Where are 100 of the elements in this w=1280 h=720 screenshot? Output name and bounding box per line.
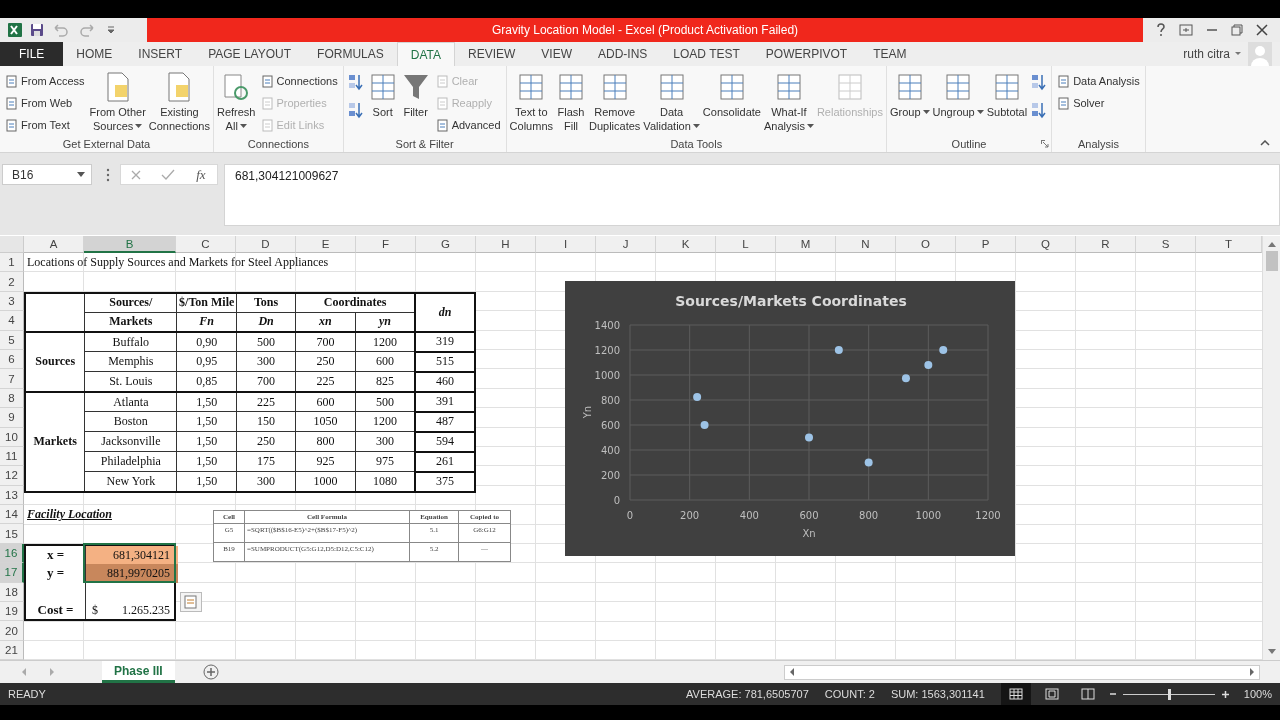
ribbon-tab[interactable]: ADD-INS bbox=[585, 42, 661, 66]
ribbon-button[interactable]: Existing Connections bbox=[147, 69, 211, 135]
sort-icon[interactable] bbox=[347, 101, 364, 119]
ribbon-tab[interactable]: LOAD TEST bbox=[660, 42, 753, 66]
ribbon-button[interactable]: Text to Columns bbox=[508, 69, 554, 135]
scroll-up-icon[interactable] bbox=[1266, 240, 1277, 248]
column-header[interactable]: G bbox=[416, 236, 476, 253]
sort-icon[interactable] bbox=[1031, 73, 1048, 91]
horizontal-scrollbar[interactable] bbox=[784, 664, 1260, 680]
ribbon-button[interactable]: From Access bbox=[2, 71, 88, 91]
ribbon-button[interactable]: What-If Analysis bbox=[762, 69, 815, 135]
insert-function-button[interactable]: fx bbox=[194, 166, 208, 183]
column-header[interactable]: D bbox=[236, 236, 296, 253]
ribbon-tab[interactable]: FORMULAS bbox=[304, 42, 397, 66]
customize-caret-icon[interactable] bbox=[107, 25, 115, 35]
restore-icon[interactable] bbox=[1230, 24, 1243, 36]
column-header[interactable]: N bbox=[836, 236, 896, 253]
ribbon-tab[interactable]: VIEW bbox=[528, 42, 585, 66]
ribbon-button[interactable]: Consolidate bbox=[701, 69, 762, 121]
ribbon-button[interactable]: Sort bbox=[366, 69, 399, 121]
column-header[interactable]: J bbox=[596, 236, 656, 253]
dialog-launcher-icon[interactable] bbox=[1041, 140, 1050, 148]
row-header[interactable]: 10 bbox=[0, 427, 24, 447]
normal-view-icon[interactable] bbox=[1000, 683, 1031, 706]
ribbon-button[interactable]: Refresh All bbox=[215, 69, 257, 135]
row-header[interactable]: 18 bbox=[0, 582, 24, 603]
row-header[interactable]: 8 bbox=[0, 388, 24, 409]
vertical-scrollbar[interactable] bbox=[1262, 236, 1280, 661]
name-box[interactable]: B16 bbox=[2, 164, 92, 185]
zoom-slider-thumb[interactable] bbox=[1167, 688, 1171, 700]
user-name[interactable]: ruth citra bbox=[1183, 47, 1230, 61]
row-header[interactable]: 17 bbox=[0, 563, 24, 583]
row-header[interactable]: 2 bbox=[0, 272, 24, 292]
row-header[interactable]: 20 bbox=[0, 621, 24, 641]
ribbon-tab[interactable]: REVIEW bbox=[455, 42, 529, 66]
add-sheet-icon[interactable] bbox=[202, 664, 219, 681]
row-header[interactable]: 9 bbox=[0, 408, 24, 428]
column-header[interactable]: H bbox=[476, 236, 536, 253]
enter-icon[interactable] bbox=[161, 168, 176, 181]
column-header[interactable]: L bbox=[716, 236, 776, 253]
ribbon-button[interactable]: Group bbox=[888, 69, 931, 121]
row-header[interactable]: 4 bbox=[0, 311, 24, 331]
row-header[interactable]: 6 bbox=[0, 349, 24, 370]
zoom-in-icon[interactable] bbox=[1220, 689, 1230, 699]
ribbon-button[interactable]: Connections bbox=[257, 71, 341, 91]
ribbon-button[interactable]: Filter bbox=[399, 69, 432, 121]
ribbon-tab[interactable]: INSERT bbox=[125, 42, 196, 66]
sort-icon[interactable] bbox=[347, 73, 364, 91]
worksheet-grid[interactable] bbox=[0, 236, 1262, 661]
column-header[interactable]: I bbox=[536, 236, 596, 253]
row-header[interactable]: 11 bbox=[0, 446, 24, 467]
row-header[interactable]: 15 bbox=[0, 524, 24, 544]
column-header[interactable]: M bbox=[776, 236, 836, 253]
row-header[interactable]: 12 bbox=[0, 466, 24, 486]
ribbon-button[interactable]: Ungroup bbox=[931, 69, 985, 121]
column-header[interactable]: E bbox=[296, 236, 356, 253]
more-icon[interactable] bbox=[106, 168, 110, 182]
column-header[interactable]: B bbox=[84, 236, 176, 253]
zoom-level[interactable]: 100% bbox=[1243, 688, 1272, 701]
collapse-ribbon-icon[interactable] bbox=[1260, 140, 1270, 146]
row-header[interactable]: 3 bbox=[0, 291, 24, 312]
ribbon-button[interactable]: Data Analysis bbox=[1054, 71, 1143, 91]
column-header[interactable]: Q bbox=[1016, 236, 1076, 253]
column-header[interactable]: R bbox=[1076, 236, 1136, 253]
sort-icon[interactable] bbox=[1031, 101, 1048, 119]
ribbon-button[interactable]: Flash Fill bbox=[555, 69, 587, 135]
x-value-cell[interactable]: 681,304121 bbox=[86, 545, 178, 565]
ribbon-button[interactable]: From Text bbox=[2, 115, 88, 135]
column-header[interactable]: A bbox=[24, 236, 84, 253]
y-value-cell[interactable]: 881,9970205 bbox=[86, 564, 178, 583]
ribbon-button[interactable]: Remove Duplicates bbox=[588, 69, 642, 135]
ribbon-button[interactable]: Subtotal bbox=[985, 69, 1029, 121]
row-header[interactable]: 5 bbox=[0, 330, 24, 350]
ribbon-tab[interactable]: TEAM bbox=[860, 42, 920, 66]
ribbon-tab[interactable]: DATA bbox=[396, 42, 455, 66]
ribbon-button[interactable]: From Web bbox=[2, 93, 88, 113]
row-header[interactable]: 13 bbox=[0, 485, 24, 506]
column-header[interactable]: F bbox=[356, 236, 416, 253]
column-header[interactable]: P bbox=[956, 236, 1016, 253]
row-header[interactable]: 7 bbox=[0, 369, 24, 389]
ribbon-tab[interactable]: HOME bbox=[63, 42, 126, 66]
help-icon[interactable] bbox=[1155, 23, 1166, 37]
ribbon-button[interactable]: Solver bbox=[1054, 93, 1143, 113]
ribbon-button[interactable]: Data Validation bbox=[642, 69, 701, 135]
scroll-right-icon[interactable] bbox=[1249, 668, 1255, 677]
ribbon-tab[interactable]: PAGE LAYOUT bbox=[195, 42, 305, 66]
column-header[interactable]: S bbox=[1136, 236, 1196, 253]
ribbon-display-icon[interactable] bbox=[1178, 24, 1193, 36]
ribbon-button[interactable]: Advanced bbox=[432, 115, 504, 135]
column-header[interactable]: C bbox=[176, 236, 236, 253]
column-header[interactable]: K bbox=[656, 236, 716, 253]
row-header[interactable]: 14 bbox=[0, 505, 24, 525]
save-icon[interactable] bbox=[29, 22, 45, 38]
scrollbar-thumb[interactable] bbox=[1265, 251, 1278, 271]
close-icon[interactable] bbox=[1255, 24, 1268, 36]
column-header[interactable]: T bbox=[1196, 236, 1262, 253]
caret-icon[interactable] bbox=[1234, 51, 1242, 57]
row-header[interactable]: 19 bbox=[0, 602, 24, 622]
sheet-tab[interactable]: Phase III bbox=[102, 661, 175, 684]
file-tab[interactable]: FILE bbox=[0, 42, 64, 66]
